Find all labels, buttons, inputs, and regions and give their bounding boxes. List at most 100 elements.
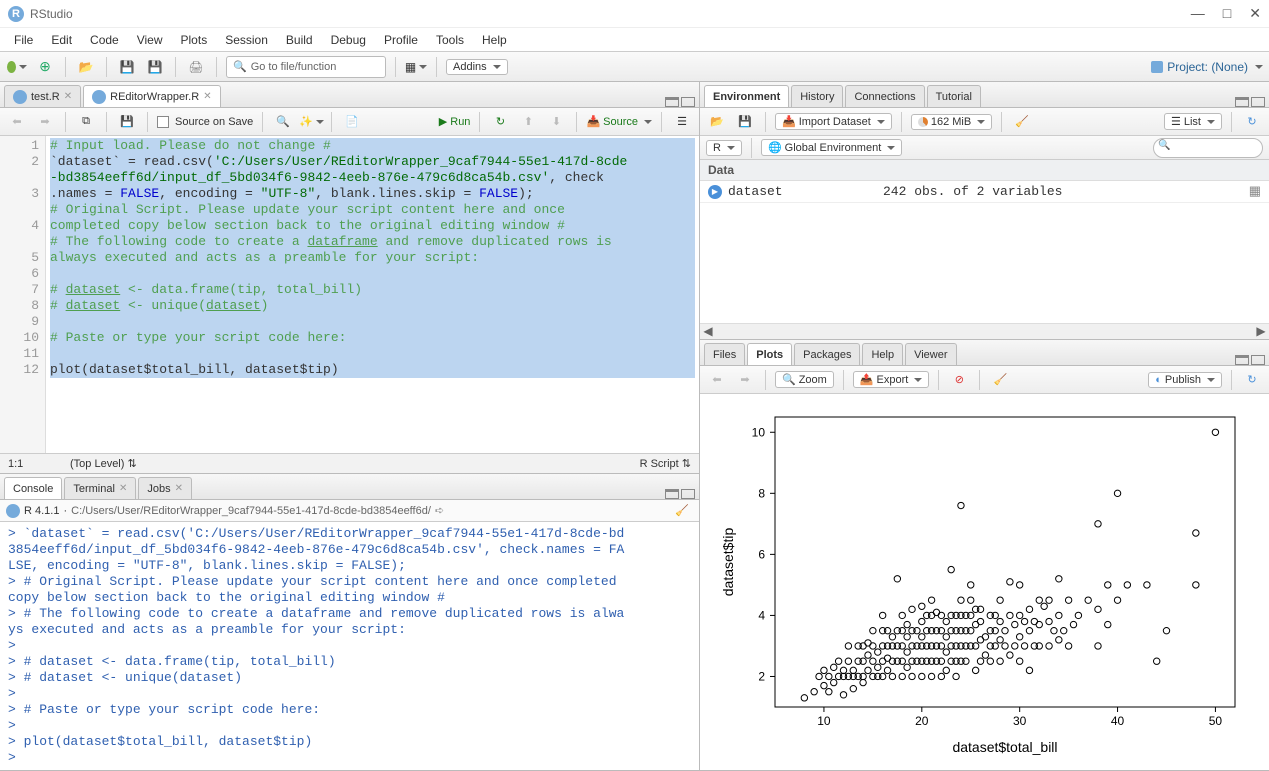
tab-viewer[interactable]: Viewer [905, 343, 956, 365]
global-env-button[interactable]: 🌐 Global Environment [761, 139, 902, 156]
tab-environment[interactable]: Environment [704, 85, 789, 107]
minimize-pane-button[interactable] [1235, 355, 1249, 365]
svg-text:40: 40 [1110, 714, 1124, 728]
code-editor[interactable]: 123456789101112 # Input load. Please do … [0, 136, 699, 453]
maximize-pane-button[interactable] [681, 97, 695, 107]
maximize-pane-button[interactable] [681, 489, 695, 499]
project-selector[interactable]: Project: (None) [1167, 60, 1248, 74]
menu-profile[interactable]: Profile [376, 30, 426, 50]
clear-console-button[interactable]: 🧹 [671, 500, 693, 522]
grid-button[interactable]: ▦ [405, 56, 427, 78]
save-file-button[interactable]: 💾 [116, 111, 138, 133]
next-plot-button[interactable]: ➡ [734, 369, 756, 391]
tab-help[interactable]: Help [862, 343, 903, 365]
load-workspace-button[interactable]: 📂 [706, 111, 728, 133]
new-project-button[interactable]: ⊕ [34, 56, 56, 78]
view-data-icon[interactable]: ▦ [1249, 184, 1261, 199]
tab-console[interactable]: Console [4, 477, 62, 499]
clear-plots-button[interactable]: 🧹 [989, 369, 1011, 391]
env-h-scrollbar[interactable]: ◀▶ [700, 323, 1269, 339]
tab-reditorwrapper-r[interactable]: REditorWrapper.R ✕ [83, 85, 220, 107]
tab-terminal[interactable]: Terminal✕ [64, 477, 136, 499]
refresh-env-button[interactable]: ↻ [1241, 111, 1263, 133]
maximize-button[interactable]: □ [1223, 5, 1231, 22]
env-row-dataset[interactable]: ▶ dataset 242 obs. of 2 variables ▦ [700, 181, 1269, 203]
menu-code[interactable]: Code [82, 30, 127, 50]
tab-plots[interactable]: Plots [747, 343, 792, 365]
tab-jobs[interactable]: Jobs✕ [138, 477, 192, 499]
memory-indicator[interactable]: 162 MiB [911, 114, 992, 130]
tab-packages[interactable]: Packages [794, 343, 860, 365]
forward-button[interactable]: ➡ [34, 111, 56, 133]
maximize-pane-button[interactable] [1251, 355, 1265, 365]
menu-edit[interactable]: Edit [43, 30, 80, 50]
menu-tools[interactable]: Tools [428, 30, 472, 50]
source-button[interactable]: 📥Source [586, 115, 652, 128]
env-search-input[interactable] [1153, 138, 1263, 158]
r-scope-button[interactable]: R [706, 140, 742, 156]
run-button[interactable]: ▶Run [439, 115, 471, 128]
console-output[interactable]: > `dataset` = read.csv('C:/Users/User/RE… [0, 522, 699, 770]
wand-button[interactable]: ✨ [300, 111, 322, 133]
minimize-pane-button[interactable] [665, 489, 679, 499]
menu-build[interactable]: Build [278, 30, 321, 50]
rerun-button[interactable]: ↻ [489, 111, 511, 133]
back-button[interactable]: ⬅ [6, 111, 28, 133]
close-icon[interactable]: ✕ [64, 91, 72, 102]
svg-text:30: 30 [1013, 714, 1027, 728]
publish-button[interactable]: ◐ Publish [1148, 372, 1222, 388]
open-file-button[interactable]: 📂 [75, 56, 97, 78]
new-file-button[interactable] [6, 56, 28, 78]
env-scope-bar: R 🌐 Global Environment [700, 136, 1269, 160]
goto-file-input[interactable]: 🔍 Go to file/function [226, 56, 386, 78]
menu-plots[interactable]: Plots [173, 30, 216, 50]
show-in-new-window-button[interactable]: ⧉ [75, 111, 97, 133]
minimize-button[interactable]: — [1191, 5, 1205, 22]
find-button[interactable]: 🔍 [272, 111, 294, 133]
source-on-save-checkbox[interactable] [157, 116, 169, 128]
zoom-button[interactable]: 🔍 Zoom [775, 371, 834, 388]
menu-file[interactable]: File [6, 30, 41, 50]
minimize-pane-button[interactable] [665, 97, 679, 107]
export-button[interactable]: 📤 Export [853, 371, 930, 388]
clear-env-button[interactable]: 🧹 [1011, 111, 1033, 133]
refresh-plot-button[interactable]: ↻ [1241, 369, 1263, 391]
menu-help[interactable]: Help [474, 30, 515, 50]
tab-tutorial[interactable]: Tutorial [927, 85, 981, 107]
tab-files[interactable]: Files [704, 343, 745, 365]
svg-text:4: 4 [758, 608, 765, 622]
close-button[interactable]: ✕ [1249, 5, 1261, 22]
editor-code-area[interactable]: # Input load. Please do not change #`dat… [46, 136, 699, 453]
tab-test-r[interactable]: test.R ✕ [4, 85, 81, 107]
save-button[interactable]: 💾 [116, 56, 138, 78]
close-icon[interactable]: ✕ [203, 91, 211, 102]
expand-icon[interactable]: ▶ [708, 185, 722, 199]
menu-view[interactable]: View [129, 30, 171, 50]
tab-connections[interactable]: Connections [845, 85, 924, 107]
import-dataset-button[interactable]: 📥 Import Dataset [775, 113, 892, 130]
path-browse-button[interactable]: ➪ [435, 504, 444, 517]
scope-selector[interactable]: (Top Level) [70, 458, 124, 470]
addins-button[interactable]: Addins [446, 59, 508, 75]
print-button[interactable]: 🖨 [185, 56, 207, 78]
plots-tabs: Files Plots Packages Help Viewer [700, 340, 1269, 366]
list-mode-button[interactable]: ☰ List [1164, 113, 1222, 130]
up-button[interactable]: ⬆ [517, 111, 539, 133]
save-all-button[interactable]: 💾 [144, 56, 166, 78]
maximize-pane-button[interactable] [1251, 97, 1265, 107]
compile-report-button[interactable]: 📄 [341, 111, 363, 133]
menu-debug[interactable]: Debug [323, 30, 374, 50]
language-selector[interactable]: R Script [640, 458, 679, 470]
svg-text:10: 10 [751, 425, 765, 439]
menu-session[interactable]: Session [217, 30, 276, 50]
down-button[interactable]: ⬇ [545, 111, 567, 133]
tab-history[interactable]: History [791, 85, 843, 107]
save-workspace-button[interactable]: 💾 [734, 111, 756, 133]
outline-button[interactable]: ☰ [671, 111, 693, 133]
env-toolbar: 📂 💾 📥 Import Dataset 162 MiB 🧹 ☰ List ↻ [700, 108, 1269, 136]
prev-plot-button[interactable]: ⬅ [706, 369, 728, 391]
svg-text:6: 6 [758, 547, 765, 561]
minimize-pane-button[interactable] [1235, 97, 1249, 107]
remove-plot-button[interactable]: ⊘ [948, 369, 970, 391]
scatter-plot: 1020304050246810dataset$total_billdatase… [715, 397, 1255, 767]
